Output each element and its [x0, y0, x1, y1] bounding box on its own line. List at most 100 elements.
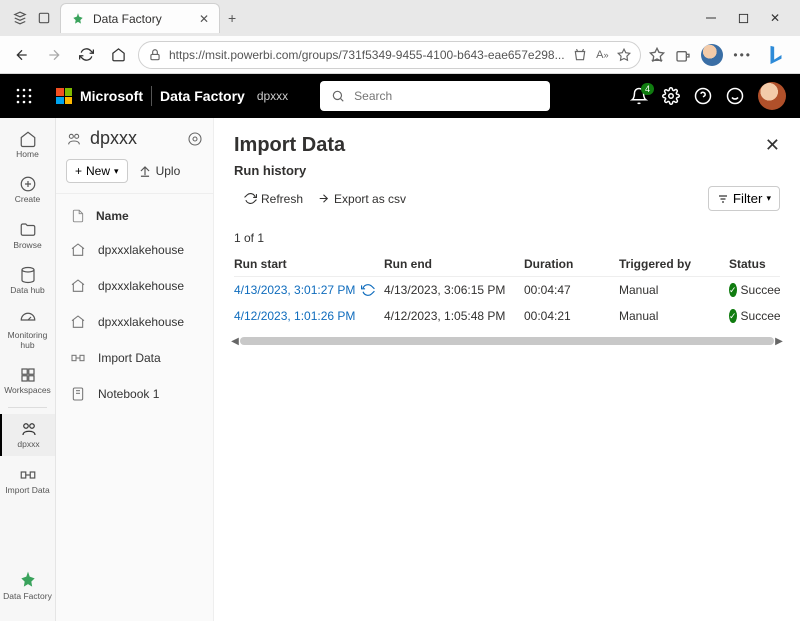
- duration-cell: 00:04:47: [524, 283, 619, 297]
- notebook-icon: [70, 386, 86, 402]
- app-launcher-icon[interactable]: [0, 88, 48, 104]
- new-button[interactable]: + New ▾: [66, 159, 128, 183]
- ws-item[interactable]: dpxxxlakehouse: [56, 304, 213, 340]
- chevron-down-icon: ▾: [766, 193, 771, 204]
- rail-datahub[interactable]: Data hub: [0, 260, 55, 301]
- ws-item[interactable]: dpxxxlakehouse: [56, 232, 213, 268]
- table-row[interactable]: 4/12/2023, 1:01:26 PM 4/12/2023, 1:05:48 …: [234, 303, 780, 329]
- run-end-cell: 4/12/2023, 1:05:48 PM: [384, 309, 524, 323]
- browser-tab[interactable]: Data Factory ✕: [60, 3, 220, 33]
- rail-browse[interactable]: Browse: [0, 215, 55, 256]
- pipeline-rail-icon: [19, 466, 37, 484]
- col-status[interactable]: Status: [729, 257, 780, 271]
- notifications-button[interactable]: 4: [630, 87, 648, 105]
- result-count: 1 of 1: [214, 221, 800, 251]
- trigger-cell: Manual: [619, 309, 729, 323]
- col-run-end[interactable]: Run end: [384, 257, 524, 271]
- workspaces-icon[interactable]: [12, 10, 28, 26]
- maximize-icon[interactable]: [734, 9, 752, 27]
- user-avatar[interactable]: [758, 82, 786, 110]
- rail-create[interactable]: Create: [0, 169, 55, 210]
- filter-button[interactable]: Filter ▾: [708, 186, 780, 211]
- lakehouse-icon: [70, 278, 86, 294]
- close-window-icon[interactable]: ✕: [766, 9, 784, 27]
- url-input[interactable]: https://msit.powerbi.com/groups/731f5349…: [138, 41, 641, 69]
- pipeline-icon: [70, 350, 86, 366]
- favorites-list-icon[interactable]: [649, 47, 665, 63]
- filter-icon: [717, 193, 729, 205]
- col-run-start[interactable]: Run start: [234, 257, 384, 271]
- tab-actions-icon[interactable]: [36, 10, 52, 26]
- site-info-icon[interactable]: [147, 47, 163, 63]
- left-rail: Home Create Browse Data hub Monitoring h…: [0, 118, 56, 621]
- table-row[interactable]: 4/13/2023, 3:01:27 PM4/13/2023, 3:06:15 …: [234, 277, 780, 303]
- trigger-cell: Manual: [619, 283, 729, 297]
- upload-icon: [138, 164, 152, 178]
- close-panel-button[interactable]: ✕: [765, 135, 780, 156]
- horizontal-scrollbar[interactable]: ◀ ▶: [230, 335, 784, 347]
- home-button[interactable]: [106, 43, 130, 67]
- brand-scope[interactable]: dpxxx: [257, 89, 288, 103]
- favorite-icon[interactable]: [616, 47, 632, 63]
- scroll-left-icon[interactable]: ◀: [230, 336, 240, 347]
- brand-product[interactable]: Data Factory: [160, 88, 245, 104]
- upload-button[interactable]: Uplo: [138, 164, 181, 178]
- rail-import-data[interactable]: Import Data: [0, 460, 55, 501]
- tab-favicon-icon: [71, 12, 85, 26]
- workspace-head-icon: [66, 131, 82, 147]
- minimize-icon[interactable]: [702, 9, 720, 27]
- forward-button[interactable]: [42, 43, 66, 67]
- rail-monitoring[interactable]: Monitoring hub: [0, 305, 55, 356]
- back-button[interactable]: [10, 43, 34, 67]
- gauge-icon: [19, 311, 37, 329]
- export-link[interactable]: Export as csv: [317, 192, 406, 206]
- help-icon[interactable]: [694, 87, 712, 105]
- database-icon: [19, 266, 37, 284]
- ws-col-header[interactable]: Name: [56, 200, 213, 232]
- run-start-link[interactable]: 4/12/2023, 1:01:26 PM: [234, 309, 355, 323]
- new-tab-button[interactable]: +: [228, 10, 236, 26]
- lakehouse-icon: [70, 242, 86, 258]
- tab-title: Data Factory: [93, 12, 162, 26]
- ws-item[interactable]: Notebook 1: [56, 376, 213, 412]
- workspaces-rail-icon: [19, 366, 37, 384]
- more-icon[interactable]: •••: [733, 48, 752, 62]
- status-cell: ✓Succeede: [729, 309, 780, 323]
- settings-icon[interactable]: [662, 87, 680, 105]
- workspace-settings-icon[interactable]: [187, 131, 203, 147]
- rail-data-factory[interactable]: Data Factory: [0, 564, 55, 621]
- ws-item[interactable]: dpxxxlakehouse: [56, 268, 213, 304]
- rail-home[interactable]: Home: [0, 124, 55, 165]
- global-search[interactable]: [320, 81, 550, 111]
- extensions-icon[interactable]: [675, 47, 691, 63]
- search-icon: [330, 88, 346, 104]
- read-aloud-icon[interactable]: A»: [594, 47, 610, 63]
- export-icon: [317, 192, 330, 205]
- workspace-column: dpxxx + New ▾ Uplo Name dpxxxlakehousedp…: [56, 118, 214, 621]
- bing-icon[interactable]: [762, 41, 790, 69]
- run-start-link[interactable]: 4/13/2023, 3:01:27 PM: [234, 283, 355, 297]
- profile-avatar[interactable]: [701, 44, 723, 66]
- browser-titlebar: Data Factory ✕ + ✕: [0, 0, 800, 36]
- refresh-link[interactable]: Refresh: [244, 192, 303, 206]
- refresh-button[interactable]: [74, 43, 98, 67]
- details-panel: Import Data ✕ Run history Refresh Export…: [214, 118, 800, 621]
- notif-badge: 4: [641, 83, 654, 95]
- rerun-icon[interactable]: [361, 283, 375, 297]
- ws-item[interactable]: Import Data: [56, 340, 213, 376]
- col-triggered[interactable]: Triggered by: [619, 257, 729, 271]
- duration-cell: 00:04:21: [524, 309, 619, 323]
- shopping-icon[interactable]: [572, 47, 588, 63]
- search-input[interactable]: [354, 89, 540, 103]
- table-header: Run start Run end Duration Triggered by …: [234, 251, 780, 277]
- status-cell: ✓Succeede: [729, 283, 780, 297]
- rail-workspaces[interactable]: Workspaces: [0, 360, 55, 401]
- feedback-icon[interactable]: [726, 87, 744, 105]
- close-tab-icon[interactable]: ✕: [199, 12, 209, 26]
- chevron-down-icon: ▾: [114, 166, 119, 177]
- ws-item-label: dpxxxlakehouse: [98, 315, 184, 329]
- scroll-right-icon[interactable]: ▶: [774, 336, 784, 347]
- home-icon: [19, 130, 37, 148]
- rail-dpxxx[interactable]: dpxxx: [0, 414, 55, 455]
- col-duration[interactable]: Duration: [524, 257, 619, 271]
